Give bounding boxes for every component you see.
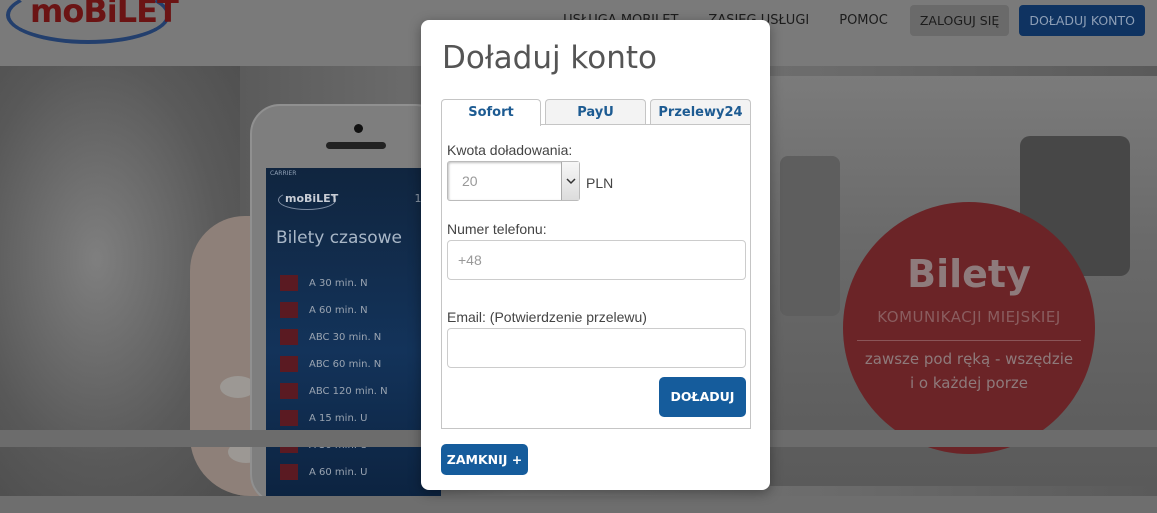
- phone-status-bar: CARRIER: [270, 170, 297, 177]
- phone-label: Numer telefonu:: [447, 221, 547, 237]
- modal-title: Doładuj konto: [442, 40, 658, 76]
- phone-camera: [354, 124, 363, 133]
- login-button[interactable]: ZALOGUJ SIĘ: [909, 5, 1010, 36]
- hero-window: [780, 156, 840, 316]
- phone-ticket-item: A 15 min. U: [280, 409, 435, 427]
- ticket-color-square: [280, 356, 298, 372]
- email-label: Email: (Potwierdzenie przelewu): [447, 309, 647, 325]
- phone-ticket-item: A 60 min. U: [280, 463, 435, 481]
- nav-help[interactable]: POMOC: [839, 6, 888, 36]
- amount-select[interactable]: 20: [447, 161, 580, 201]
- ticket-color-square: [280, 275, 298, 291]
- phone-screen-title: Bilety czasowe: [276, 228, 403, 248]
- badge-tagline: i o każdej porze: [909, 374, 1029, 392]
- currency-label: PLN: [586, 175, 614, 191]
- amount-value: 20: [462, 173, 478, 189]
- topup-submit-button[interactable]: DOŁADUJ: [659, 377, 746, 417]
- badge-tagline: zawsze pod ręką - wszędzie: [864, 350, 1074, 368]
- chevron-down-icon[interactable]: [561, 162, 579, 200]
- ticket-label: ABC 120 min. N: [309, 385, 388, 397]
- ticket-label: ABC 30 min. N: [309, 331, 382, 343]
- mobilet-logo[interactable]: moBiLET: [6, 0, 179, 44]
- payment-tabs: Sofort PayU Przelewy24: [441, 99, 752, 126]
- tab-sofort[interactable]: Sofort: [441, 99, 541, 126]
- sofort-panel: Kwota doładowania: 20 PLN Numer telefonu…: [441, 124, 751, 429]
- badge-divider: [857, 340, 1081, 341]
- ticket-color-square: [280, 464, 298, 480]
- phone-ticket-item: A 30 min. N: [280, 274, 435, 292]
- ticket-color-square: [280, 410, 298, 426]
- phone-input[interactable]: +48: [447, 240, 746, 280]
- tab-przelewy24[interactable]: Przelewy24: [650, 99, 751, 125]
- topup-account-button[interactable]: DOŁADUJ KONTO: [1019, 5, 1145, 36]
- badge-subtitle: KOMUNIKACJI MIEJSKIEJ: [877, 308, 1061, 326]
- phone-ticket-item: ABC 30 min. N: [280, 328, 435, 346]
- ticket-label: A 15 min. U: [309, 412, 368, 424]
- email-input[interactable]: [447, 328, 746, 368]
- promo-badge: Bilety KOMUNIKACJI MIEJSKIEJ zawsze pod …: [843, 202, 1095, 454]
- phone-app-logo-text: moBiLET: [285, 192, 339, 205]
- close-modal-button[interactable]: ZAMKNIJ +: [441, 444, 528, 475]
- phone-ticket-item: A 60 min. N: [280, 301, 435, 319]
- amount-label: Kwota doładowania:: [447, 142, 573, 158]
- ticket-label: A 60 min. N: [309, 304, 368, 316]
- phone-ticket-item: ABC 120 min. N: [280, 382, 435, 400]
- tab-payu[interactable]: PayU: [545, 99, 646, 125]
- phone-speaker: [326, 142, 386, 149]
- phone-app-logo: moBiLET: [278, 190, 339, 210]
- badge-title: Bilety: [907, 252, 1031, 296]
- ticket-color-square: [280, 329, 298, 345]
- ticket-label: A 60 min. U: [309, 466, 368, 478]
- phone-ticket-item: ABC 60 min. N: [280, 355, 435, 373]
- topup-modal: Doładuj konto Sofort PayU Przelewy24 Kwo…: [421, 20, 770, 490]
- logo-text: moBiLET: [30, 0, 179, 30]
- ticket-color-square: [280, 302, 298, 318]
- ticket-label: A 30 min. N: [309, 277, 368, 289]
- ticket-label: ABC 60 min. N: [309, 358, 382, 370]
- ticket-color-square: [280, 383, 298, 399]
